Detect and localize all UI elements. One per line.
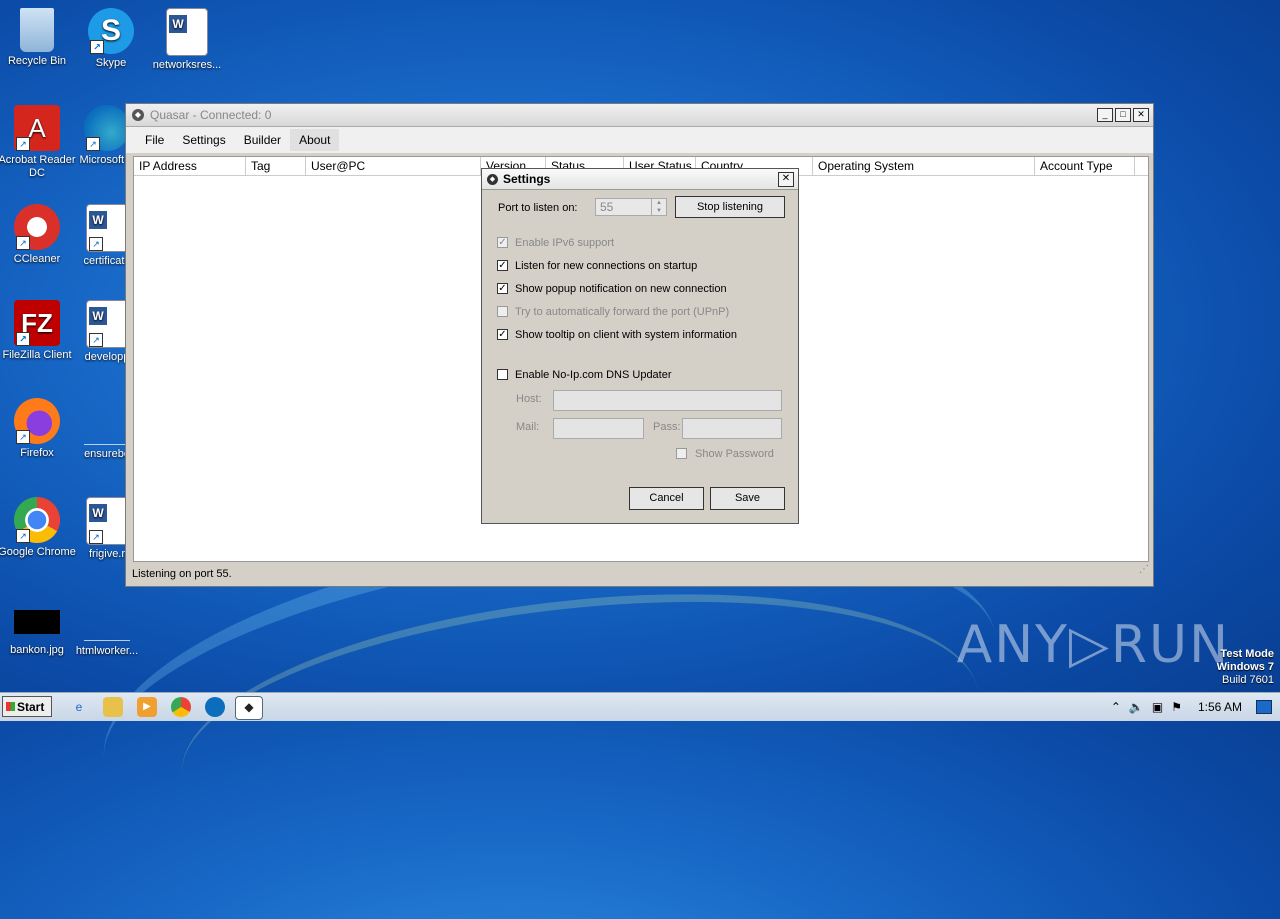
media-player-icon[interactable]: ▶ xyxy=(137,697,157,717)
build-label: Build 7601 xyxy=(1222,674,1274,686)
show-hidden-icons-icon[interactable]: ⌃ xyxy=(1111,700,1121,714)
maximize-button[interactable]: □ xyxy=(1115,108,1131,122)
noip-label: Enable No-Ip.com DNS Updater xyxy=(515,369,672,381)
desktop-icon-ccleaner[interactable]: ↗ CCleaner xyxy=(0,204,77,266)
listen-startup-checkbox[interactable]: ✓ xyxy=(497,260,508,271)
edge-icon: ↗ xyxy=(84,105,130,151)
quasar-app-icon: ◆ xyxy=(487,173,498,185)
network-icon[interactable]: ▣ xyxy=(1152,700,1163,714)
close-button[interactable]: ✕ xyxy=(1133,108,1149,122)
start-button[interactable]: Start xyxy=(2,696,52,717)
explorer-icon[interactable] xyxy=(103,697,123,717)
action-center-flag-icon[interactable]: ⚑ xyxy=(1171,700,1182,714)
column-operating-system[interactable]: Operating System xyxy=(813,157,1035,175)
ipv6-checkbox[interactable]: ✓ xyxy=(497,237,508,248)
show-password-label: Show Password xyxy=(695,448,774,460)
upnp-checkbox[interactable] xyxy=(497,306,508,317)
anyrun-watermark: ANY▷RUN xyxy=(956,615,1230,675)
tooltip-label: Show tooltip on client with system infor… xyxy=(515,329,737,341)
spinner-arrows-icon[interactable]: ▲ ▼ xyxy=(651,199,666,215)
word-doc-icon: W ↗ xyxy=(86,204,128,252)
save-button[interactable]: Save xyxy=(710,487,785,510)
word-doc-icon: W xyxy=(166,8,208,56)
ipv6-label: Enable IPv6 support xyxy=(515,237,615,249)
resize-grip-icon[interactable]: ⋰ xyxy=(1139,558,1149,582)
taskbar: Start e ▶ ◆ ⌃ 🔈 ▣ ⚑ 1:56 AM xyxy=(0,692,1280,721)
test-mode-label: Test Mode xyxy=(1220,648,1274,660)
quasar-taskbar-icon[interactable]: ◆ xyxy=(235,696,263,720)
settings-title-bar[interactable]: ◆ Settings ✕ xyxy=(482,169,798,190)
ie-icon[interactable]: e xyxy=(69,697,89,717)
image-file-icon xyxy=(14,610,60,634)
cancel-button[interactable]: Cancel xyxy=(629,487,704,510)
status-text: Listening on port 55. xyxy=(132,568,232,580)
desktop-icon-chrome[interactable]: ↗ Google Chrome xyxy=(0,497,77,559)
menu-bar: File Settings Builder About xyxy=(126,127,1153,153)
ccleaner-icon: ↗ xyxy=(14,204,60,250)
upnp-label: Try to automatically forward the port (U… xyxy=(515,306,730,318)
filezilla-icon: FZ ↗ xyxy=(14,300,60,346)
desktop-icon-bankon[interactable]: bankon.jpg xyxy=(0,610,77,657)
desktop-icon-htmlworker[interactable]: htmlworker... xyxy=(67,610,147,658)
show-password-checkbox[interactable] xyxy=(676,448,687,459)
show-desktop-icon[interactable] xyxy=(1256,700,1272,714)
pass-input[interactable] xyxy=(682,418,782,439)
dialog-close-button[interactable]: ✕ xyxy=(778,171,794,187)
mail-input[interactable] xyxy=(553,418,644,439)
edge-taskbar-icon[interactable] xyxy=(205,697,225,717)
tooltip-checkbox[interactable]: ✓ xyxy=(497,329,508,340)
word-doc-icon: W ↗ xyxy=(86,497,128,545)
column-user-pc[interactable]: User@PC xyxy=(306,157,481,175)
menu-about[interactable]: About xyxy=(290,129,340,151)
clock[interactable]: 1:56 AM xyxy=(1198,700,1242,714)
column-account-type[interactable]: Account Type xyxy=(1035,157,1135,175)
status-bar: Listening on port 55. ⋰ xyxy=(126,562,1153,586)
port-stepper[interactable]: 55 ▲ ▼ xyxy=(595,198,667,216)
blank-file-icon xyxy=(84,398,130,445)
quasar-title-bar[interactable]: ◆ Quasar - Connected: 0 _ □ ✕ xyxy=(126,104,1153,127)
minimize-button[interactable]: _ xyxy=(1097,108,1113,122)
chrome-icon: ↗ xyxy=(14,497,60,543)
acrobat-icon: A ↗ xyxy=(14,105,60,151)
windows-info: Test Mode Windows 7 Build 7601 xyxy=(1217,648,1274,687)
desktop-icon-filezilla[interactable]: FZ ↗ FileZilla Client xyxy=(0,300,77,362)
noip-checkbox[interactable] xyxy=(497,369,508,380)
windows-logo-icon xyxy=(6,702,15,711)
listen-startup-label: Listen for new connections on startup xyxy=(515,260,698,272)
dialog-title: Settings xyxy=(503,172,551,186)
stop-listening-button[interactable]: Stop listening xyxy=(675,196,785,218)
column-ip-address[interactable]: IP Address xyxy=(134,157,246,175)
system-tray: ⌃ 🔈 ▣ ⚑ 1:56 AM xyxy=(1111,693,1280,721)
blank-file-icon xyxy=(84,610,130,641)
popup-notification-checkbox[interactable]: ✓ xyxy=(497,283,508,294)
port-label: Port to listen on: xyxy=(498,202,578,214)
chrome-taskbar-icon[interactable] xyxy=(171,697,191,717)
desktop-icon-networksres[interactable]: W networksres... xyxy=(147,8,227,72)
speaker-icon[interactable]: 🔈 xyxy=(1129,700,1144,714)
host-input[interactable] xyxy=(553,390,782,411)
desktop-icon-recycle-bin[interactable]: Recycle Bin xyxy=(0,8,77,68)
menu-builder[interactable]: Builder xyxy=(235,129,290,151)
recycle-bin-icon xyxy=(20,8,54,52)
firefox-icon: ↗ xyxy=(14,398,60,444)
desktop-icon-firefox[interactable]: ↗ Firefox xyxy=(0,398,77,460)
window-title: Quasar - Connected: 0 xyxy=(150,108,272,122)
word-doc-icon: W ↗ xyxy=(86,300,128,348)
pass-label: Pass: xyxy=(653,421,681,433)
quasar-app-icon: ◆ xyxy=(132,109,144,121)
column-tag[interactable]: Tag xyxy=(246,157,306,175)
mail-label: Mail: xyxy=(516,421,540,433)
skype-icon: S ↗ xyxy=(88,8,134,54)
port-value: 55 xyxy=(600,200,614,214)
host-label: Host: xyxy=(516,393,542,405)
popup-notification-label: Show popup notification on new connectio… xyxy=(515,283,727,295)
desktop-icon-skype[interactable]: S ↗ Skype xyxy=(71,8,151,70)
settings-dialog: ◆ Settings ✕ Port to listen on: 55 ▲ ▼ St… xyxy=(481,168,799,524)
menu-settings[interactable]: Settings xyxy=(173,129,234,151)
menu-file[interactable]: File xyxy=(136,129,173,151)
desktop-icon-acrobat[interactable]: A ↗ Acrobat Reader DC xyxy=(0,105,77,180)
os-label: Windows 7 xyxy=(1216,661,1274,673)
